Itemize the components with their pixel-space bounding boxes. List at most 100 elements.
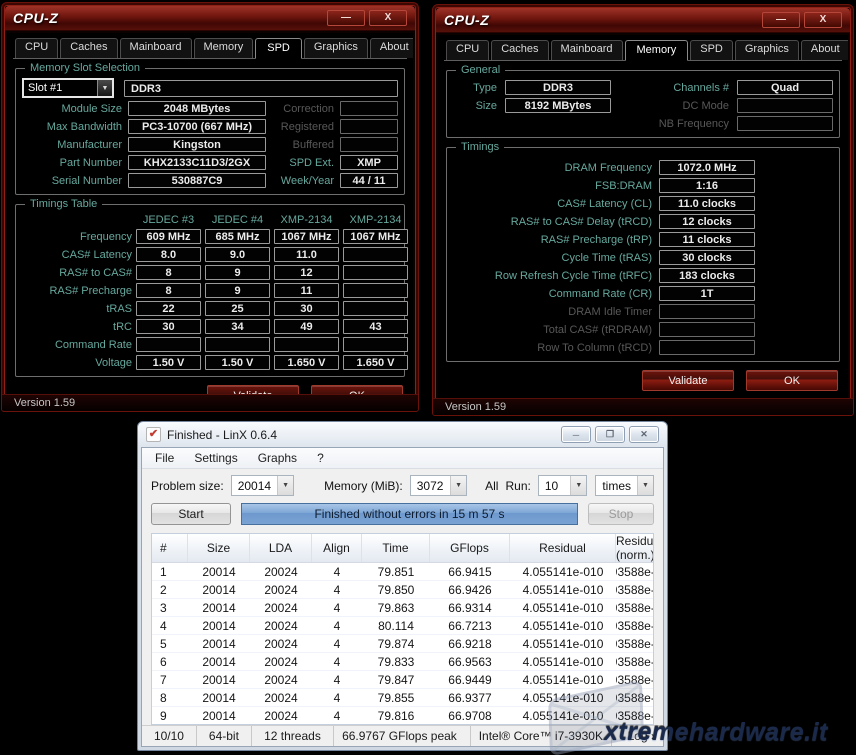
cell-lda: 20024 xyxy=(250,599,312,616)
timing-value: 1.50 V xyxy=(205,355,270,370)
cell-run-number: 9 xyxy=(152,707,188,724)
field-label: Max Bandwidth xyxy=(22,121,122,133)
timings-row: CAS# Latency 8.0 9.0 11.0 xyxy=(22,247,398,262)
tab-spd[interactable]: SPD xyxy=(255,38,302,59)
cell-gflops: 66.9563 xyxy=(430,653,510,670)
table-row[interactable]: 5 20014 20024 4 79.874 66.9218 4.055141e… xyxy=(152,635,653,653)
column-header[interactable]: Align xyxy=(312,534,362,562)
table-row[interactable]: 6 20014 20024 4 79.833 66.9563 4.055141e… xyxy=(152,653,653,671)
action-buttons: Validate OK xyxy=(17,385,403,394)
log-button[interactable]: Log › xyxy=(612,726,663,746)
title-bar[interactable]: ✔ Finished - LinX 0.6.4 ─ ❐ ✕ xyxy=(141,422,664,447)
chevron-down-icon[interactable]: ▼ xyxy=(450,476,466,495)
close-button[interactable]: X xyxy=(369,10,407,26)
memory-select[interactable]: 3072 ▼ xyxy=(410,475,467,496)
timing-label: Frequency xyxy=(22,231,132,243)
cell-lda: 20024 xyxy=(250,707,312,724)
run-count-select[interactable]: 10 ▼ xyxy=(538,475,587,496)
chevron-down-icon[interactable]: ▼ xyxy=(277,476,293,495)
toolbar: Problem size: 20014 ▼ Memory (MiB): 3072… xyxy=(142,469,663,527)
run-units-select[interactable]: times ▼ xyxy=(595,475,654,496)
stop-button[interactable]: Stop xyxy=(588,503,654,525)
timing-value xyxy=(136,337,201,352)
tab-mainboard[interactable]: Mainboard xyxy=(120,38,192,58)
minimize-button[interactable]: ─ xyxy=(561,426,591,443)
table-row[interactable]: 7 20014 20024 4 79.847 66.9449 4.055141e… xyxy=(152,671,653,689)
slot-dropdown[interactable]: Slot #1 ▼ xyxy=(22,78,114,98)
tab-graphics[interactable]: Graphics xyxy=(735,40,799,60)
validate-button[interactable]: Validate xyxy=(642,370,734,391)
cell-residual-norm: 3.593588e-002 xyxy=(616,617,653,634)
close-button[interactable]: ✕ xyxy=(629,426,659,443)
menu-graphs[interactable]: Graphs xyxy=(249,449,306,467)
timing-label: CAS# Latency xyxy=(22,249,132,261)
tab-caches[interactable]: Caches xyxy=(491,40,548,60)
tab-cpu[interactable]: CPU xyxy=(446,40,489,60)
linx-window: ✔ Finished - LinX 0.6.4 ─ ❐ ✕ File Setti… xyxy=(137,421,668,751)
column-header[interactable]: Residual xyxy=(510,534,616,562)
menu-bar: File Settings Graphs ? xyxy=(142,448,663,469)
cell-run-number: 4 xyxy=(152,617,188,634)
close-button[interactable]: X xyxy=(804,12,842,28)
cell-run-number: 8 xyxy=(152,689,188,706)
app-checkmark-icon: ✔ xyxy=(146,427,161,442)
cell-lda: 20024 xyxy=(250,653,312,670)
tab-about[interactable]: About xyxy=(370,38,413,58)
window-title: Finished - LinX 0.6.4 xyxy=(167,428,277,442)
tab-cpu[interactable]: CPU xyxy=(15,38,58,58)
minimize-button[interactable]: — xyxy=(762,12,800,28)
start-button[interactable]: Start xyxy=(151,503,231,525)
timing-value: 11 clocks xyxy=(659,232,755,247)
timing-value: 22 xyxy=(136,301,201,316)
menu-settings[interactable]: Settings xyxy=(185,449,246,467)
table-row[interactable]: 8 20014 20024 4 79.855 66.9377 4.055141e… xyxy=(152,689,653,707)
chevron-down-icon[interactable]: ▼ xyxy=(97,80,112,96)
timing-label: tRAS xyxy=(22,303,132,315)
menu-file[interactable]: File xyxy=(146,449,183,467)
field-value: XMP xyxy=(340,155,398,170)
table-header[interactable]: # Size LDA Align Time GFlops Residual Re… xyxy=(152,534,653,563)
timing-row: RAS# to CAS# Delay (tRCD) 12 clocks xyxy=(453,214,755,229)
problem-size-select[interactable]: 20014 ▼ xyxy=(231,475,294,496)
table-row[interactable]: 9 20014 20024 4 79.816 66.9708 4.055141e… xyxy=(152,707,653,725)
timing-value: 1.650 V xyxy=(343,355,408,370)
cell-run-number: 1 xyxy=(152,563,188,580)
spd-fields: Module Size 2048 MBytes Correction Max B… xyxy=(22,101,398,188)
table-row[interactable]: 1 20014 20024 4 79.851 66.9415 4.055141e… xyxy=(152,563,653,581)
restore-button[interactable]: ❐ xyxy=(595,426,625,443)
chevron-down-icon[interactable]: ▼ xyxy=(570,476,586,495)
tab-about[interactable]: About xyxy=(801,40,848,60)
table-row[interactable]: 2 20014 20024 4 79.850 66.9426 4.055141e… xyxy=(152,581,653,599)
minimize-button[interactable]: — xyxy=(327,10,365,26)
timing-value xyxy=(343,283,408,298)
ok-button[interactable]: OK xyxy=(311,385,403,394)
table-row[interactable]: 3 20014 20024 4 79.863 66.9314 4.055141e… xyxy=(152,599,653,617)
cell-gflops: 66.9415 xyxy=(430,563,510,580)
validate-button[interactable]: Validate xyxy=(207,385,299,394)
chevron-down-icon[interactable]: ▼ xyxy=(637,476,653,495)
column-header[interactable]: LDA xyxy=(250,534,312,562)
tab-caches[interactable]: Caches xyxy=(60,38,117,58)
menu-help[interactable]: ? xyxy=(308,449,333,467)
title-bar[interactable]: CPU-Z — X xyxy=(5,6,415,31)
title-bar[interactable]: CPU-Z — X xyxy=(436,8,850,33)
field-value: 2048 MBytes xyxy=(128,101,266,116)
table-row[interactable]: 4 20014 20024 4 80.114 66.7213 4.055141e… xyxy=(152,617,653,635)
tab-memory[interactable]: Memory xyxy=(625,40,689,61)
column-header[interactable]: GFlops xyxy=(430,534,510,562)
timing-value: 30 xyxy=(274,301,339,316)
dc-mode-value xyxy=(737,98,833,113)
tab-mainboard[interactable]: Mainboard xyxy=(551,40,623,60)
timing-value: 43 xyxy=(343,319,408,334)
timings-rows: Frequency 609 MHz 685 MHz 1067 MHz 1067 … xyxy=(22,229,398,370)
tab-graphics[interactable]: Graphics xyxy=(304,38,368,58)
tab-memory[interactable]: Memory xyxy=(194,38,254,58)
column-header[interactable]: # xyxy=(152,534,188,562)
tab-spd[interactable]: SPD xyxy=(690,40,733,60)
field-label: Manufacturer xyxy=(22,139,122,151)
cpuz-spd-window: CPU-Z — X CPU Caches Mainboard Memory SP… xyxy=(1,2,419,412)
ok-button[interactable]: OK xyxy=(746,370,838,391)
column-header[interactable]: Size xyxy=(188,534,250,562)
column-header[interactable]: Time xyxy=(362,534,430,562)
column-header[interactable]: Residual (norm.) xyxy=(616,534,654,562)
